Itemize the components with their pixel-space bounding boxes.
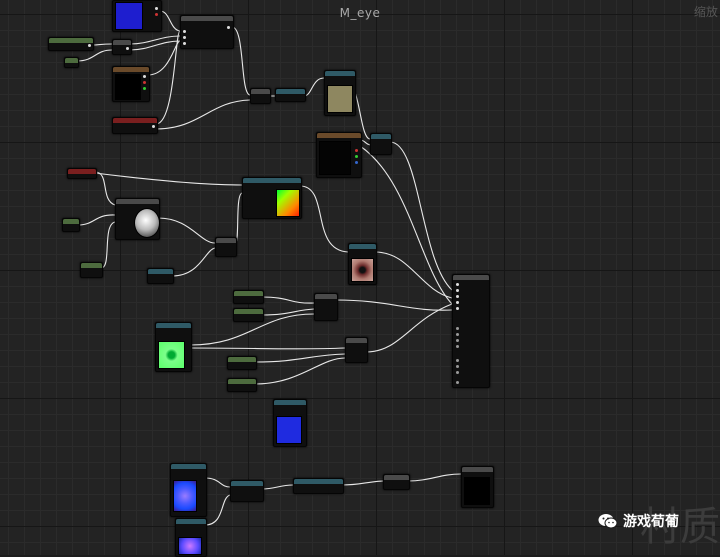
lerp-node-c[interactable]	[345, 337, 368, 363]
texture-dark-mid-node[interactable]	[316, 132, 362, 178]
black-output-preview	[464, 477, 490, 505]
channel-name: 游戏荀葡	[623, 514, 679, 530]
texture-sample-top-node[interactable]	[112, 0, 162, 32]
olive-texture-preview	[327, 85, 353, 113]
add-node[interactable]	[215, 237, 237, 257]
texture-iris-node[interactable]	[348, 243, 377, 285]
sphere-mask-node[interactable]	[115, 198, 160, 240]
texture-black-top-node[interactable]	[112, 66, 150, 102]
wechat-icon	[598, 513, 618, 529]
multiply-node-c[interactable]	[370, 133, 392, 155]
multiply-node-d[interactable]	[383, 474, 410, 490]
wechat-channel-logo: 游戏荀葡	[598, 511, 679, 531]
normal-map-preview-b	[178, 537, 202, 555]
iris-texture-preview	[351, 258, 374, 282]
transform-vector-node[interactable]	[293, 478, 344, 494]
normal-map-preview-a	[173, 480, 197, 512]
sphere-preview	[134, 208, 160, 238]
scalar-param-mid-node[interactable]	[80, 262, 103, 278]
green-texture-preview	[158, 341, 185, 369]
blue-noise-texture-preview	[276, 416, 302, 444]
texture-sample-olive-node[interactable]	[324, 70, 356, 116]
lerp-node-b[interactable]	[314, 293, 338, 321]
scalar-param-top-node[interactable]	[48, 37, 94, 51]
multiply-node-a[interactable]	[112, 39, 132, 55]
black-texture-preview	[115, 74, 141, 100]
scalar-param-low-node[interactable]	[147, 268, 174, 284]
vector-param-red-node[interactable]	[112, 117, 158, 134]
scalar-param-lower-b[interactable]	[233, 308, 264, 322]
scalar-param-lower-c[interactable]	[227, 356, 257, 370]
texture-sample-green-node[interactable]	[155, 322, 192, 372]
texture-sample-normal-b[interactable]	[175, 518, 207, 557]
blend-normals-node[interactable]	[230, 480, 264, 502]
bump-offset-node[interactable]	[242, 177, 302, 219]
texcoord-red-node[interactable]	[67, 168, 97, 179]
named-reroute-output-node[interactable]	[461, 466, 494, 508]
blue-normal-preview	[115, 2, 143, 30]
gradient-preview	[276, 189, 300, 217]
zoom-level-label: 缩放 -	[693, 5, 720, 19]
constant-node-a[interactable]	[64, 57, 79, 68]
lerp-node-a[interactable]	[250, 88, 271, 104]
scalar-param-lower-d[interactable]	[227, 378, 257, 392]
graph-title: M_eye	[339, 6, 381, 20]
material-output-node[interactable]	[452, 274, 490, 388]
texture-sample-blue-node[interactable]	[273, 399, 307, 447]
scalar-param-lower-a[interactable]	[233, 290, 264, 304]
texture-sample-normal-a[interactable]	[170, 463, 207, 517]
multiply-node-b[interactable]	[275, 88, 306, 102]
dark-texture-preview	[319, 141, 351, 175]
fresnel-node[interactable]	[180, 15, 234, 49]
constant-node-b[interactable]	[62, 218, 80, 232]
